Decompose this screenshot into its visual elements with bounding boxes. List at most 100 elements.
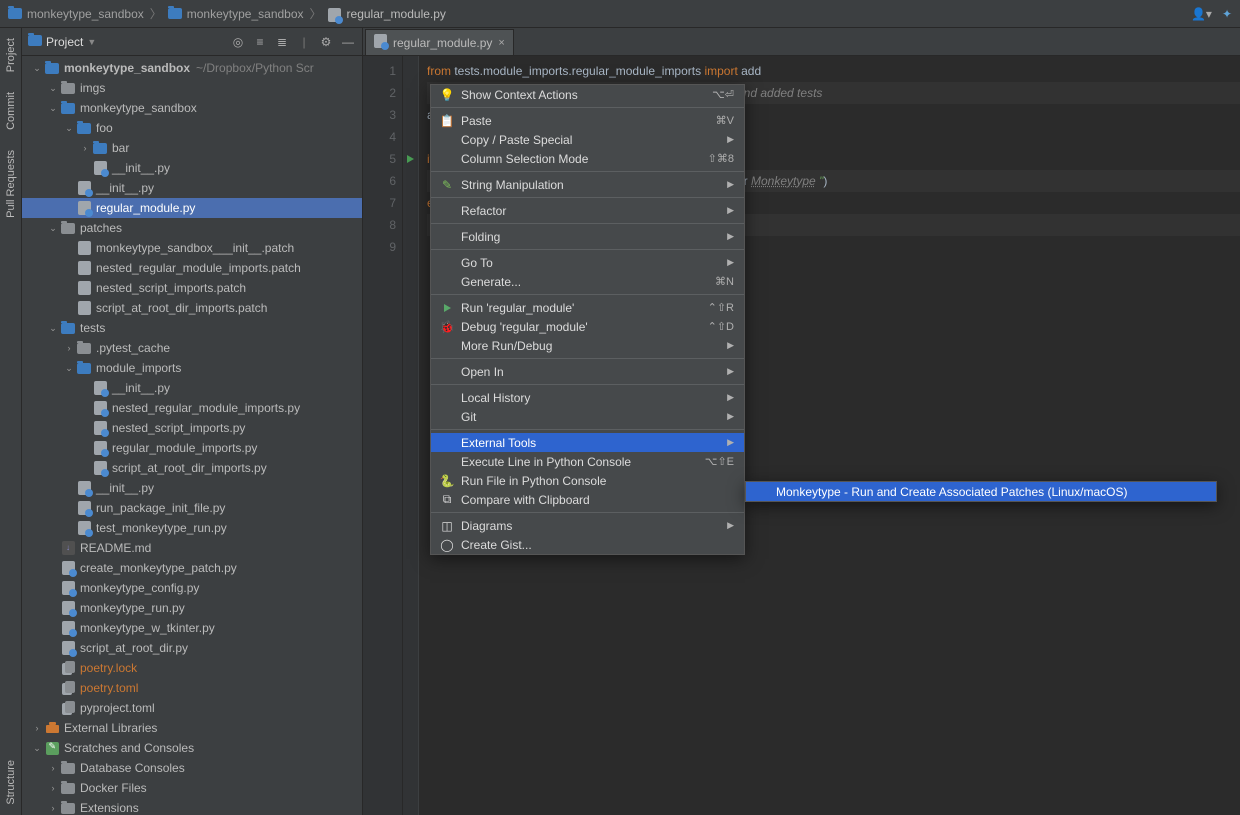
menu-item[interactable]: Column Selection Mode⇧⌘8 [431,149,744,168]
run-gutter-icon[interactable] [407,155,414,163]
tree-item[interactable]: ›.pytest_cache [22,338,362,358]
tree-item[interactable]: regular_module_imports.py [22,438,362,458]
select-opened-file-icon[interactable]: ◎ [230,35,246,49]
chevron-down-icon[interactable]: ⌄ [46,103,60,114]
tool-tab-commit[interactable]: Commit [2,82,20,140]
tree-item[interactable]: __init__.py [22,158,362,178]
tree-item[interactable]: ›External Libraries [22,718,362,738]
menu-item[interactable]: Refactor▶ [431,201,744,220]
tree-item[interactable]: ›Database Consoles [22,758,362,778]
chevron-down-icon[interactable]: ⌄ [46,83,60,94]
menu-item[interactable]: Folding▶ [431,227,744,246]
project-tree[interactable]: ⌄monkeytype_sandbox~/Dropbox/Python Scr⌄… [22,56,362,815]
menu-item[interactable]: Run 'regular_module'⌃⇧R [431,298,744,317]
breadcrumb-item[interactable]: monkeytype_sandbox [27,7,144,21]
tree-item[interactable]: pyproject.toml [22,698,362,718]
tree-item[interactable]: nested_script_imports.py [22,418,362,438]
tree-item[interactable]: nested_script_imports.patch [22,278,362,298]
tree-item[interactable]: monkeytype_config.py [22,578,362,598]
tree-item[interactable]: script_at_root_dir_imports.patch [22,298,362,318]
tree-item[interactable]: monkeytype_run.py [22,598,362,618]
menu-item[interactable]: Local History▶ [431,388,744,407]
run-gutter[interactable] [403,56,419,815]
tool-tab-pull-requests[interactable]: Pull Requests [2,140,20,228]
menu-item[interactable]: 🐍Run File in Python Console [431,471,744,490]
tree-item[interactable]: ⌄imgs [22,78,362,98]
chevron-down-icon[interactable]: ⌄ [62,363,76,374]
chevron-right-icon[interactable]: › [62,343,76,353]
chevron-right-icon[interactable]: › [78,143,92,153]
chevron-right-icon[interactable]: › [46,763,60,773]
menu-item[interactable]: Monkeytype - Run and Create Associated P… [746,482,1216,501]
menu-item[interactable]: Open In▶ [431,362,744,381]
close-icon[interactable]: × [498,37,504,49]
tool-tab-project[interactable]: Project [2,28,20,82]
code-line[interactable]: from tests.module_imports.regular_module… [427,60,1240,82]
tree-item[interactable]: script_at_root_dir.py [22,638,362,658]
tree-item[interactable]: monkeytype_w_tkinter.py [22,618,362,638]
chevron-down-icon[interactable]: ⌄ [46,323,60,334]
menu-item[interactable]: Generate...⌘N [431,272,744,291]
external-tools-submenu[interactable]: Monkeytype - Run and Create Associated P… [745,481,1217,502]
breadcrumb-item[interactable]: regular_module.py [347,7,446,21]
chevron-down-icon[interactable]: ▼ [87,37,96,47]
menu-item[interactable]: 🐞Debug 'regular_module'⌃⇧D [431,317,744,336]
collapse-all-icon[interactable]: ≣ [274,35,290,49]
tree-item[interactable]: ⌄foo [22,118,362,138]
project-title[interactable]: Project [46,35,83,49]
expand-all-icon[interactable]: ≡ [252,35,268,49]
tree-item[interactable]: __init__.py [22,478,362,498]
tree-item[interactable]: ⌄Scratches and Consoles [22,738,362,758]
menu-item[interactable]: 💡Show Context Actions⌥⏎ [431,85,744,104]
editor-tab[interactable]: regular_module.py × [365,29,514,55]
menu-item[interactable]: ◫Diagrams▶ [431,516,744,535]
tree-item[interactable]: poetry.toml [22,678,362,698]
tree-item[interactable]: monkeytype_sandbox___init__.patch [22,238,362,258]
menu-item[interactable]: ✎String Manipulation▶ [431,175,744,194]
tree-item[interactable]: regular_module.py [22,198,362,218]
tree-item[interactable]: nested_regular_module_imports.patch [22,258,362,278]
chevron-right-icon[interactable]: › [30,723,44,733]
menu-item[interactable]: ◯Create Gist... [431,535,744,554]
menu-item[interactable]: 📋Paste⌘V [431,111,744,130]
hide-icon[interactable]: — [340,35,356,49]
line-number-gutter: 123456789 [363,56,403,815]
tree-item[interactable]: ⌄monkeytype_sandbox [22,98,362,118]
tree-item[interactable]: ⌄tests [22,318,362,338]
menu-item[interactable]: External Tools▶ [431,433,744,452]
tree-item[interactable]: run_package_init_file.py [22,498,362,518]
chevron-down-icon[interactable]: ⌄ [30,63,44,74]
settings-icon[interactable]: ✦ [1222,7,1232,21]
tree-item[interactable]: ›Extensions [22,798,362,815]
menu-item[interactable]: Go To▶ [431,253,744,272]
chevron-down-icon[interactable]: ⌄ [46,223,60,234]
editor-context-menu[interactable]: 💡Show Context Actions⌥⏎ 📋Paste⌘VCopy / Pa… [430,84,745,555]
chevron-down-icon[interactable]: ⌄ [30,743,44,754]
tree-item[interactable]: ⌄module_imports [22,358,362,378]
user-icon[interactable]: 👤▾ [1191,7,1212,21]
chevron-right-icon[interactable]: › [46,803,60,813]
menu-item[interactable]: More Run/Debug▶ [431,336,744,355]
tree-item[interactable]: poetry.lock [22,658,362,678]
tree-item[interactable]: create_monkeytype_patch.py [22,558,362,578]
gear-icon[interactable]: ⚙ [318,35,334,49]
chevron-right-icon[interactable]: › [46,783,60,793]
menu-item[interactable]: Copy / Paste Special▶ [431,130,744,149]
menu-item-label: Folding [461,230,721,244]
chevron-down-icon[interactable]: ⌄ [62,123,76,134]
tree-item[interactable]: __init__.py [22,378,362,398]
tree-item[interactable]: ⌄patches [22,218,362,238]
menu-item[interactable]: Git▶ [431,407,744,426]
tree-item[interactable]: ⌄monkeytype_sandbox~/Dropbox/Python Scr [22,58,362,78]
tree-item[interactable]: __init__.py [22,178,362,198]
tool-tab-structure[interactable]: Structure [2,750,20,815]
breadcrumb-item[interactable]: monkeytype_sandbox [187,7,304,21]
tree-item[interactable]: ›bar [22,138,362,158]
tree-item[interactable]: script_at_root_dir_imports.py [22,458,362,478]
tree-item[interactable]: nested_regular_module_imports.py [22,398,362,418]
tree-item[interactable]: README.md [22,538,362,558]
menu-item[interactable]: Execute Line in Python Console⌥⇧E [431,452,744,471]
tree-item[interactable]: test_monkeytype_run.py [22,518,362,538]
menu-item[interactable]: ⧉Compare with Clipboard [431,490,744,509]
tree-item[interactable]: ›Docker Files [22,778,362,798]
